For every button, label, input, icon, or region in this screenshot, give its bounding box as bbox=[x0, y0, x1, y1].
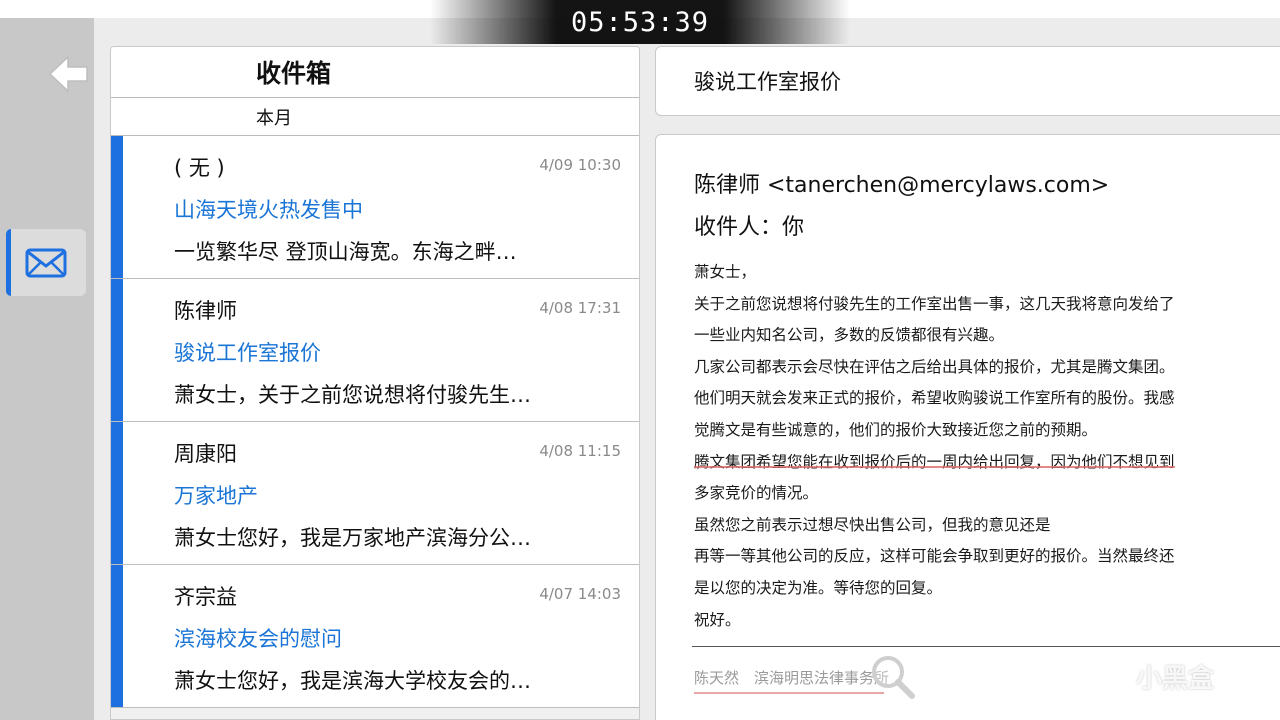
mail-subject: 骏说工作室报价 bbox=[174, 341, 321, 365]
mail-subject: 山海天境火热发售中 bbox=[174, 198, 363, 222]
mail-time: 4/08 11:15 bbox=[539, 442, 621, 460]
mail-preview: 一览繁华尽 登顶山海宽。东海之畔… bbox=[174, 240, 517, 264]
list-spacer bbox=[111, 708, 639, 719]
mail-list-item[interactable]: 周康阳 4/08 11:15 万家地产 萧女士您好，我是万家地产滨海分公… bbox=[111, 422, 639, 565]
mail-sender: 陈律师 bbox=[174, 299, 237, 323]
body-line: 几家公司都表示会尽快在评估之后给出具体的报价，尤其是腾文集团。 bbox=[694, 357, 1175, 376]
message-from: 陈律师 <tanerchen@mercylaws.com> bbox=[694, 173, 1110, 198]
body-line: 祝好。 bbox=[694, 610, 741, 629]
message-recipient: 收件人：你 bbox=[694, 215, 805, 240]
message-subject-card: 骏说工作室报价 bbox=[655, 46, 1280, 116]
message-subject: 骏说工作室报价 bbox=[694, 70, 841, 94]
body-line: 是以您的决定为准。等待您的回复。 bbox=[694, 578, 943, 597]
mail-preview: 萧女士，关于之前您说想将付骏先生… bbox=[174, 383, 531, 407]
inbox-title: 收件箱 bbox=[111, 47, 639, 98]
mail-list-item[interactable]: 齐宗益 4/07 14:03 滨海校友会的慰问 萧女士您好，我是滨海大学校友会的… bbox=[111, 565, 639, 708]
body-line: 觉腾文是有些诚意的，他们的报价大致接近您之前的预期。 bbox=[694, 420, 1098, 439]
mail-list-item[interactable]: 陈律师 4/08 17:31 骏说工作室报价 萧女士，关于之前您说想将付骏先生… bbox=[111, 279, 639, 422]
mail-tab[interactable] bbox=[6, 229, 86, 296]
left-rail bbox=[0, 0, 94, 720]
magnifier-icon bbox=[872, 656, 915, 699]
watermark: 小黑盒 bbox=[1090, 656, 1214, 696]
message-body: 萧女士， 关于之前您说想将付骏先生的工作室出售一事，这几天我将意向发给了 一些业… bbox=[694, 257, 1254, 636]
body-line: 再等一等其他公司的反应，这样可能会争取到更好的报价。当然最终还 bbox=[694, 547, 1175, 566]
countdown-timer: 05:53:39 bbox=[570, 6, 710, 38]
inspect-button[interactable] bbox=[868, 652, 918, 702]
signature-underline bbox=[694, 692, 884, 694]
mail-time: 4/09 10:30 bbox=[539, 156, 621, 174]
body-line: 腾文集团希望您能在收到报价后的一周内给出回复，因为他们不想见到 bbox=[694, 447, 1254, 479]
body-line: 萧女士， bbox=[694, 263, 757, 281]
highlighted-body-line[interactable]: 腾文集团希望您能在收到报价后的一周内给出回复，因为他们不想见到 bbox=[694, 453, 1175, 471]
mail-sender: ( 无 ) bbox=[174, 156, 225, 180]
timer-bar: 05:53:39 bbox=[430, 0, 850, 44]
mail-subject: 滨海校友会的慰问 bbox=[174, 627, 342, 651]
body-line: 多家竞价的情况。 bbox=[694, 484, 819, 503]
back-arrow-icon bbox=[48, 55, 88, 93]
body-line: 一些业内知名公司，多数的反馈都很有兴趣。 bbox=[694, 326, 1005, 345]
mail-time: 4/08 17:31 bbox=[539, 299, 621, 317]
message-body-card[interactable]: 陈律师 <tanerchen@mercylaws.com> 收件人：你 萧女士，… bbox=[655, 134, 1280, 720]
envelope-icon bbox=[25, 248, 67, 277]
mail-sender: 齐宗益 bbox=[174, 585, 237, 609]
mail-list-item[interactable]: ( 无 ) 4/09 10:30 山海天境火热发售中 一览繁华尽 登顶山海宽。东… bbox=[111, 136, 639, 279]
mail-subject: 万家地产 bbox=[174, 484, 258, 508]
mail-sender: 周康阳 bbox=[174, 442, 237, 466]
body-line: 关于之前您说想将付骏先生的工作室出售一事，这几天我将意向发给了 bbox=[694, 294, 1175, 313]
mail-time: 4/07 14:03 bbox=[539, 585, 621, 603]
message-signature[interactable]: 陈天然 滨海明思法律事务所 bbox=[694, 667, 889, 688]
inbox-panel: 收件箱 本月 ( 无 ) 4/09 10:30 山海天境火热发售中 一览繁华尽 … bbox=[110, 46, 640, 720]
watermark-logo-icon bbox=[1092, 656, 1128, 696]
signature-divider bbox=[692, 646, 1280, 647]
back-button[interactable] bbox=[46, 52, 92, 96]
mail-preview: 萧女士您好，我是万家地产滨海分公… bbox=[174, 526, 531, 550]
watermark-text: 小黑盒 bbox=[1136, 663, 1215, 694]
body-line: 虽然您之前表示过想尽快出售公司，但我的意见还是 bbox=[694, 515, 1051, 534]
inbox-period: 本月 bbox=[111, 98, 639, 136]
mail-preview: 萧女士您好，我是滨海大学校友会的… bbox=[174, 669, 531, 693]
body-line: 他们明天就会发来正式的报价，希望收购骏说工作室所有的股份。我感 bbox=[694, 389, 1175, 408]
